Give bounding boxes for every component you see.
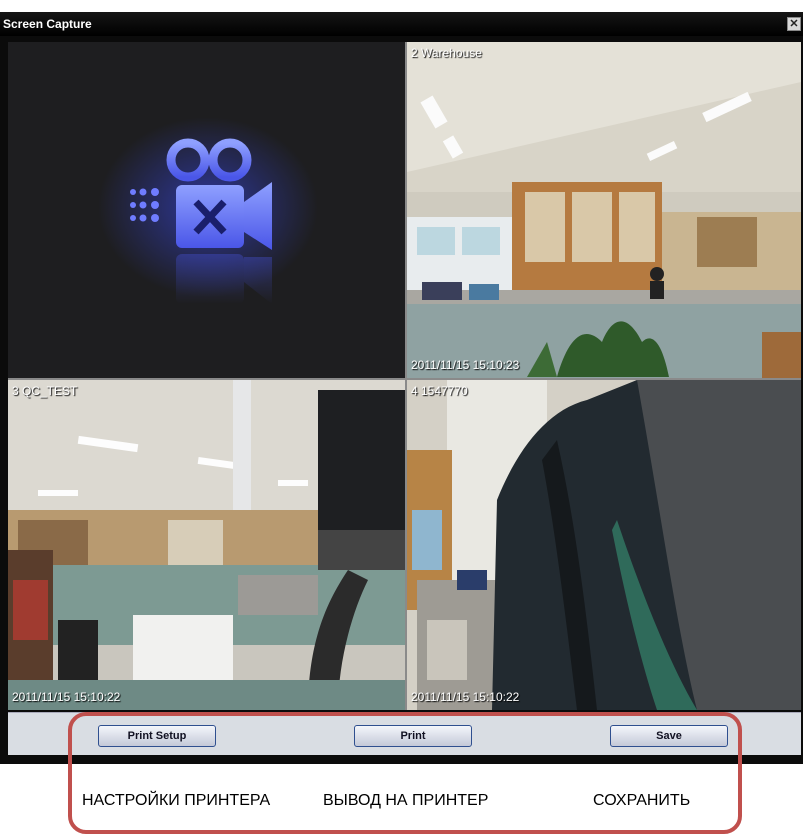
camera-cell-4[interactable]: 4 1547770 2011/11/15 15:10:22 <box>407 380 801 710</box>
camera-2-timestamp: 2011/11/15 15:10:23 <box>411 358 520 372</box>
camera-2-feed <box>407 42 801 378</box>
camera-grid: 2 Warehouse 2011/11/15 15:10:23 3 QC_TES… <box>8 42 801 710</box>
camera-4-label: 4 1547770 <box>411 384 468 398</box>
title-bar: Screen Capture ✕ <box>0 12 803 36</box>
camera-4-feed <box>407 380 801 710</box>
camera-3-label: 3 QC_TEST <box>12 384 78 398</box>
camera-2-label: 2 Warehouse <box>411 46 482 60</box>
camera-3-timestamp: 2011/11/15 15:10:22 <box>12 690 121 704</box>
caption-save: СОХРАНИТЬ <box>593 792 691 809</box>
camera-cell-3[interactable]: 3 QC_TEST 2011/11/15 15:10:22 <box>8 380 405 710</box>
annotation-highlight <box>68 712 742 834</box>
camera-3-feed <box>8 380 405 710</box>
caption-print: ВЫВОД НА ПРИНТЕР <box>323 792 489 809</box>
caption-print-setup: НАСТРОЙКИ ПРИНТЕРА <box>82 792 271 809</box>
close-icon: ✕ <box>789 18 799 30</box>
camera-cell-1[interactable] <box>8 42 405 378</box>
camera-cell-2[interactable]: 2 Warehouse 2011/11/15 15:10:23 <box>407 42 801 378</box>
camera-off-icon <box>98 117 318 304</box>
close-button[interactable]: ✕ <box>787 17 801 31</box>
window-title: Screen Capture <box>3 17 92 31</box>
screen-capture-window: Screen Capture ✕ 2 Warehouse 2011/11/15 … <box>0 12 803 764</box>
camera-4-timestamp: 2011/11/15 15:10:22 <box>411 690 520 704</box>
